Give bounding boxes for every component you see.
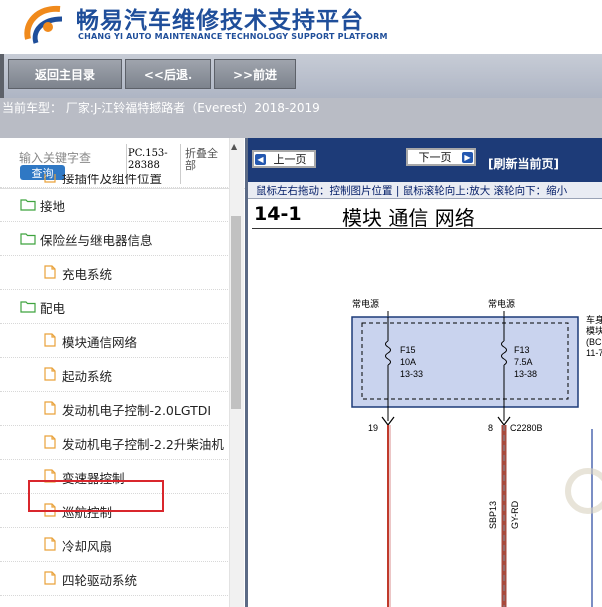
connector-id: C2280B: [510, 423, 543, 433]
folder-icon: [20, 231, 36, 245]
brand-logo: [24, 5, 63, 44]
module-label-4: 11-7: [586, 348, 602, 358]
fuse2-rating: 7.5A: [514, 357, 533, 367]
page-icon: [42, 401, 58, 415]
page-icon: [42, 537, 58, 551]
refresh-page-link[interactable]: [刷新当前页]: [488, 155, 559, 172]
wiring-diagram: 常电源 常电源 F15 10A 13-33 F13 7.5A 13-38 车身 …: [351, 298, 602, 607]
pin-number-2: 8: [488, 423, 493, 433]
tree-item-label: 接地: [40, 199, 66, 214]
tree-item[interactable]: 接地: [0, 188, 228, 222]
tree-item-label: 发动机电子控制-2.0LGTDI: [62, 403, 212, 418]
watermark-mark: [565, 468, 602, 514]
tree-item[interactable]: 充电系统: [0, 256, 228, 290]
arrow-left-icon: ◀: [255, 154, 266, 165]
tree-item[interactable]: 配电: [0, 290, 228, 324]
code-line-1: PC.153-: [128, 148, 168, 159]
nav-bar: 返回主目录 <<后退. >>前进: [0, 54, 602, 98]
wire-id: SBP13: [488, 501, 498, 529]
fuse1-rating: 10A: [400, 357, 416, 367]
tree-item-label: 起动系统: [62, 369, 113, 384]
next-page-label: 下一页: [418, 151, 452, 164]
tree-item-partial[interactable]: 接插件及组件位置: [0, 174, 228, 188]
folder-icon: [20, 197, 36, 211]
home-button[interactable]: 返回主目录: [8, 59, 122, 89]
tree-item[interactable]: 起动系统: [0, 358, 228, 392]
code-label: PC.153- 28388: [128, 148, 168, 172]
module-label-3: (BC: [586, 337, 602, 347]
scrollbar-thumb[interactable]: [231, 216, 241, 409]
fuse2-ref: 13-38: [514, 369, 537, 379]
module-label-1: 车身: [586, 314, 602, 325]
usage-hint-text: 鼠标左右拖动：控制图片位置 | 鼠标滚轮向上:放大 滚轮向下：缩小: [256, 185, 568, 197]
tree-item-label: 保险丝与继电器信息: [40, 233, 153, 248]
code-line-2: 28388: [128, 160, 160, 171]
page-icon: [42, 333, 58, 347]
tree-item-label: 四轮驱动系统: [62, 573, 138, 588]
prev-page-button[interactable]: ◀ 上一页: [252, 150, 316, 168]
tree-item-label: 发动机电子控制-2.2升柴油机: [62, 437, 224, 452]
forward-button[interactable]: >>前进: [214, 59, 296, 89]
tree-item-label: 模块通信网络: [62, 335, 138, 350]
tree-item[interactable]: 冷却风扇: [0, 528, 228, 562]
source-label-2: 常电源: [488, 298, 515, 309]
viewer-toolbar: ◀ 上一页 下一页 ▶ [刷新当前页]: [248, 138, 602, 182]
tree-item[interactable]: 发动机电子控制-2.0LGTDI: [0, 392, 228, 426]
page-icon: [42, 265, 58, 279]
back-button[interactable]: <<后退.: [125, 59, 211, 89]
page-icon: [42, 367, 58, 381]
next-page-button[interactable]: 下一页 ▶: [406, 148, 476, 166]
tree-item[interactable]: 四轮驱动系统: [0, 562, 228, 596]
tree-item-label: 冷却风扇: [62, 539, 113, 554]
selected-item-highlight: [28, 480, 164, 512]
sidebar: 查询 PC.153- 28388 折叠全部 接插件及组件位置 接地保险丝与继电器…: [0, 138, 245, 607]
tree-item-label: 充电系统: [62, 267, 113, 282]
wiring-diagram-page[interactable]: 14-1 模块 通信 网络 常电源 常电源 F15 10A 13-33 F13 …: [248, 199, 602, 607]
wire-color: GY-RD: [510, 500, 520, 529]
current-vehicle: 当前车型： 厂家:J-江铃福特撼路者（Everest）2018-2019: [2, 101, 320, 115]
document-viewer: ◀ 上一页 下一页 ▶ [刷新当前页] 鼠标左右拖动：控制图片位置 | 鼠标滚轮…: [248, 138, 602, 607]
tree-item[interactable]: 保险丝与继电器信息: [0, 222, 228, 256]
module-box: [351, 316, 579, 408]
collapse-all-button[interactable]: 折叠全部: [185, 148, 225, 172]
tree-item[interactable]: 发动机电子控制-2.2升柴油机: [0, 426, 228, 460]
fuse1-ref: 13-33: [400, 369, 423, 379]
tree-item-label: 接插件及组件位置: [62, 174, 163, 186]
fuse2-id: F13: [514, 345, 530, 355]
car-info-bar: 当前车型： 厂家:J-江铃福特撼路者（Everest）2018-2019: [0, 98, 602, 138]
page-icon: [44, 174, 56, 183]
usage-hint: 鼠标左右拖动：控制图片位置 | 鼠标滚轮向上:放大 滚轮向下：缩小: [248, 182, 602, 199]
pin-number-1: 19: [368, 423, 378, 433]
page-icon: [42, 435, 58, 449]
arrow-right-icon: ▶: [462, 152, 473, 163]
brand-subtitle: CHANG YI AUTO MAINTENANCE TECHNOLOGY SUP…: [78, 32, 388, 41]
scroll-up-arrow-icon[interactable]: ▲: [231, 142, 237, 151]
nav-edge: [0, 54, 4, 98]
page-icon: [42, 571, 58, 585]
prev-page-label: 上一页: [273, 153, 307, 166]
tree-item-label: 配电: [40, 301, 66, 316]
tree-item[interactable]: 模块通信网络: [0, 324, 228, 358]
app-header: 畅易汽车维修技术支持平台 CHANG YI AUTO MAINTENANCE T…: [0, 0, 602, 54]
brand-title: 畅易汽车维修技术支持平台: [76, 8, 364, 34]
module-label-2: 模块: [586, 325, 602, 336]
source-label-1: 常电源: [352, 298, 379, 309]
fuse1-id: F15: [400, 345, 416, 355]
folder-icon: [20, 299, 36, 313]
